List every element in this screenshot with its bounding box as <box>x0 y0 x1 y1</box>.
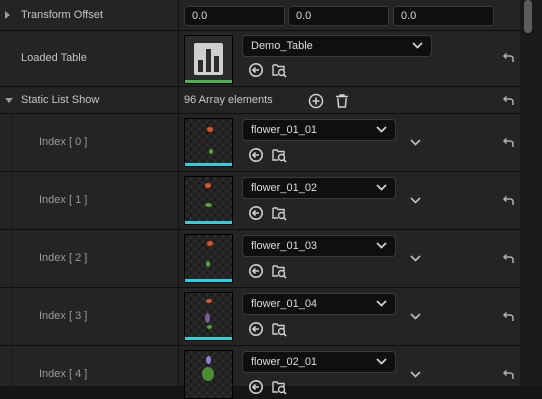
item-value: flower_01_02 <box>251 182 318 194</box>
chevron-down-icon[interactable] <box>410 138 421 147</box>
item-combo[interactable]: flower_01_02 <box>242 177 396 199</box>
item-value: flower_01_01 <box>251 124 318 136</box>
loaded-table-label: Loaded Table <box>21 52 87 64</box>
chevron-down-icon[interactable] <box>410 370 421 379</box>
chevron-down-icon[interactable] <box>410 254 421 263</box>
index-label: Index [ 2 ] <box>39 252 88 264</box>
offset-z-field[interactable]: 0.0 <box>393 6 494 26</box>
texture-thumbnail[interactable] <box>184 292 233 341</box>
row-transform-offset: Transform Offset 0.0 0.0 0.0 <box>0 0 520 31</box>
item-combo[interactable]: flower_01_01 <box>242 119 396 141</box>
use-selected-icon[interactable] <box>248 147 264 163</box>
collapse-arrow-icon[interactable] <box>5 98 13 103</box>
index-label: Index [ 4 ] <box>39 368 88 380</box>
reset-arrow-icon[interactable] <box>501 52 515 67</box>
browse-icon[interactable] <box>271 205 287 221</box>
item-value: flower_01_03 <box>251 240 318 252</box>
texture-thumbnail[interactable] <box>184 350 233 399</box>
use-selected-icon[interactable] <box>248 263 264 279</box>
index-label: Index [ 0 ] <box>39 136 88 148</box>
chevron-down-icon <box>376 184 387 191</box>
row-loaded-table: Loaded Table Demo_Table <box>0 31 520 87</box>
reset-arrow-icon[interactable] <box>501 95 515 110</box>
item-value: flower_02_01 <box>251 356 318 368</box>
item-combo[interactable]: flower_01_03 <box>242 235 396 257</box>
browse-icon[interactable] <box>271 263 287 279</box>
browse-icon[interactable] <box>271 321 287 337</box>
table-type-bar <box>185 80 232 83</box>
reset-arrow-icon[interactable] <box>501 369 515 384</box>
reset-arrow-icon[interactable] <box>501 253 515 268</box>
add-element-icon[interactable] <box>308 93 324 109</box>
texture-thumbnail[interactable] <box>184 234 233 283</box>
reset-arrow-icon[interactable] <box>501 137 515 152</box>
item-combo[interactable]: flower_01_04 <box>242 293 396 315</box>
static-list-label: Static List Show <box>21 94 100 106</box>
loaded-table-value: Demo_Table <box>251 40 313 52</box>
chevron-down-icon <box>376 300 387 307</box>
browse-icon[interactable] <box>271 62 287 78</box>
chevron-down-icon <box>376 242 387 249</box>
offset-y-field[interactable]: 0.0 <box>288 6 389 26</box>
transform-offset-label: Transform Offset <box>21 9 103 21</box>
chevron-down-icon <box>376 358 387 365</box>
index-label: Index [ 3 ] <box>39 310 88 322</box>
list-item: Index [ 0 ] flower_01_01 <box>0 114 520 172</box>
offset-x-field[interactable]: 0.0 <box>184 6 285 26</box>
list-item: Index [ 1 ] flower_01_02 <box>0 172 520 230</box>
use-selected-icon[interactable] <box>248 321 264 337</box>
reset-arrow-icon[interactable] <box>501 311 515 326</box>
list-item: Index [ 2 ] flower_01_03 <box>0 230 520 288</box>
expand-arrow-icon[interactable] <box>5 11 10 19</box>
delete-icon[interactable] <box>334 93 350 109</box>
use-selected-icon[interactable] <box>248 62 264 78</box>
item-value: flower_01_04 <box>251 298 318 310</box>
browse-icon[interactable] <box>271 147 287 163</box>
reset-arrow-icon[interactable] <box>501 195 515 210</box>
scrollbar-thumb[interactable] <box>524 0 532 33</box>
list-item: Index [ 4 ] flower_02_01 <box>0 346 520 399</box>
chevron-down-icon[interactable] <box>410 312 421 321</box>
texture-thumbnail[interactable] <box>184 176 233 225</box>
table-icon <box>194 43 223 75</box>
table-thumbnail[interactable] <box>184 35 233 84</box>
chevron-down-icon <box>376 126 387 133</box>
texture-thumbnail[interactable] <box>184 118 233 167</box>
browse-icon[interactable] <box>271 379 287 395</box>
item-combo[interactable]: flower_02_01 <box>242 351 396 373</box>
details-panel: Transform Offset 0.0 0.0 0.0 Loaded Tabl… <box>0 0 542 399</box>
use-selected-icon[interactable] <box>248 379 264 395</box>
loaded-table-combo[interactable]: Demo_Table <box>242 35 432 57</box>
chevron-down-icon <box>412 42 423 49</box>
list-item: Index [ 3 ] flower_01_04 <box>0 288 520 346</box>
chevron-down-icon[interactable] <box>410 196 421 205</box>
array-count: 96 Array elements <box>184 94 273 106</box>
scrollbar-track[interactable] <box>520 0 542 386</box>
row-static-list: Static List Show 96 Array elements <box>0 87 520 114</box>
index-label: Index [ 1 ] <box>39 194 88 206</box>
use-selected-icon[interactable] <box>248 205 264 221</box>
